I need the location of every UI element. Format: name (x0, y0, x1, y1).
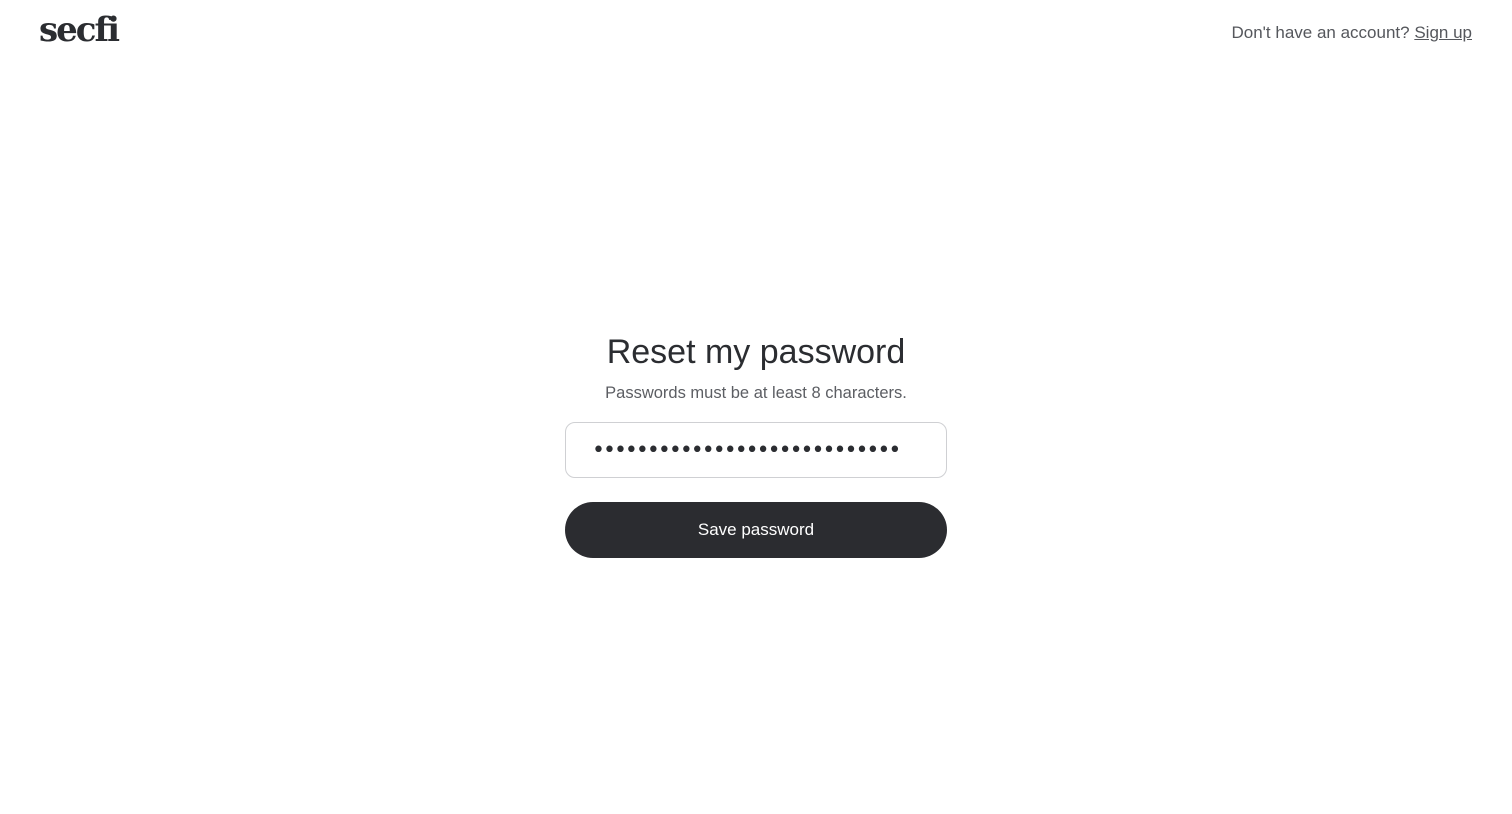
secfi-logo[interactable]: secfi (39, 8, 120, 52)
password-input[interactable] (590, 436, 922, 464)
password-field[interactable] (565, 422, 947, 478)
signup-prompt: Don't have an account? Sign up (1232, 22, 1473, 44)
save-password-button[interactable]: Save password (565, 502, 947, 558)
account-prompt-text: Don't have an account? (1231, 23, 1410, 42)
password-requirements-text: Passwords must be at least 8 characters. (605, 384, 907, 402)
page-title: Reset my password (606, 333, 906, 371)
reset-password-form: Reset my password Passwords must be at l… (565, 330, 947, 558)
signup-link[interactable]: Sign up (1414, 23, 1472, 42)
reset-password-page: secfi Don't have an account? Sign up Res… (0, 0, 1512, 814)
